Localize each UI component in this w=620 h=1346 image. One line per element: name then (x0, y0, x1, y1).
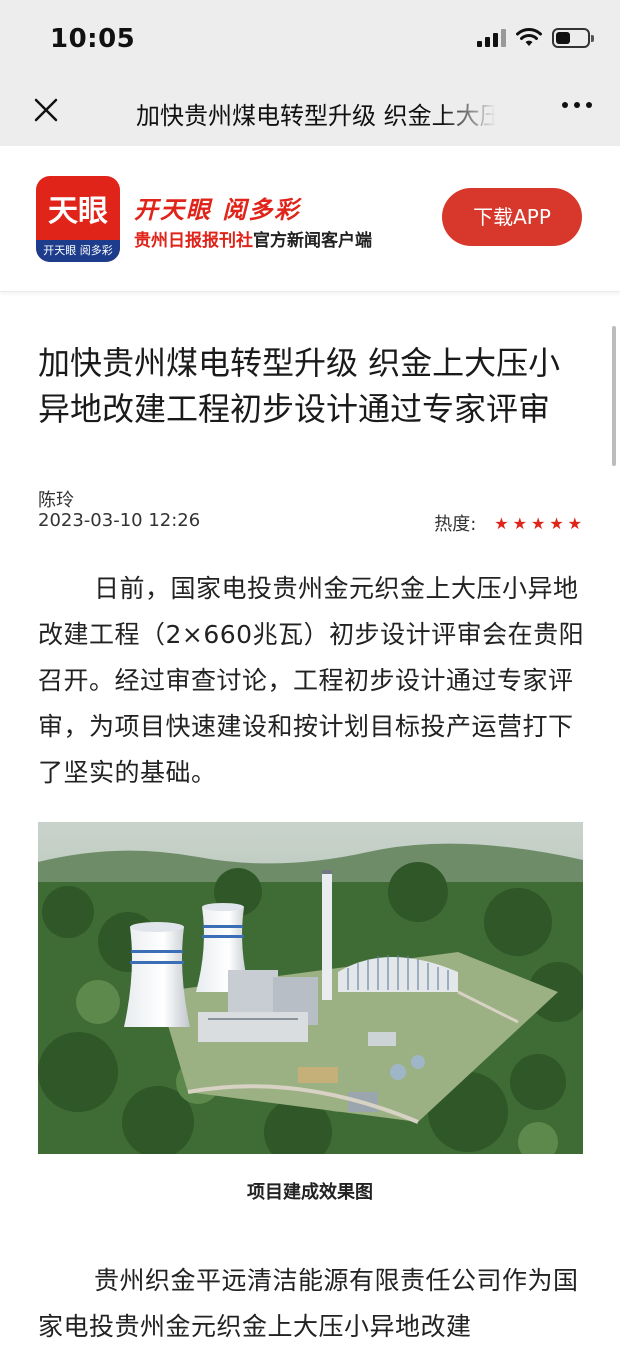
banner-sub-slogan: 贵州日报报刊社官方新闻客户端 (134, 226, 372, 251)
article-paragraph: 日前，国家电投贵州金元织金上大压小异地改建工程（2×660兆瓦）初步设计评审会在… (38, 574, 585, 787)
logo-text: 天眼 (48, 194, 108, 229)
app-logo[interactable]: 天眼 开天眼 阅多彩 (36, 176, 120, 262)
heat-star-icon: ★ (549, 513, 564, 533)
status-icons (477, 28, 594, 48)
nav-title: 加快贵州煤电转型升级 织金上大压小异地改建工程初步设计通过专家评审 (136, 102, 496, 130)
nav-bar: 加快贵州煤电转型升级 织金上大压小异地改建工程初步设计通过专家评审 (0, 78, 620, 146)
heat-star-icon: ★ (512, 513, 527, 533)
close-icon[interactable] (28, 92, 64, 128)
banner-publisher: 贵州日报报刊社 (134, 231, 253, 251)
article-title: 加快贵州煤电转型升级 织金上大压小异地改建工程初步设计通过专家评审 (38, 344, 561, 428)
heat-rating: 热度: ★ ★ ★ ★ ★ (434, 510, 582, 536)
more-options-icon[interactable] (562, 102, 592, 108)
power-plant-rendering-image[interactable] (38, 822, 583, 1154)
app-banner: 天眼 开天眼 阅多彩 开天眼 阅多彩 贵州日报报刊社官方新闻客户端 下载APP (0, 146, 620, 466)
scrollbar[interactable] (612, 326, 616, 466)
heat-stars: ★ ★ ★ ★ ★ (494, 514, 582, 533)
banner-slogan: 开天眼 阅多彩 (134, 196, 301, 224)
battery-icon (552, 28, 594, 48)
heat-star-icon: ★ (567, 513, 582, 533)
heat-label: 热度: (434, 514, 477, 535)
battery-level (556, 32, 570, 44)
cellular-signal-icon (477, 29, 506, 47)
article-paragraph: 贵州织金平远清洁能源有限责任公司作为国家电投贵州金元织金上大压小异地改建 (38, 1266, 579, 1341)
article-date: 2023-03-10 12:26 (38, 510, 201, 531)
wifi-icon (516, 28, 542, 46)
image-caption: 项目建成效果图 (247, 1182, 373, 1203)
article-author: 陈玲 (38, 490, 74, 511)
heat-star-icon: ★ (494, 513, 509, 533)
status-bar: 10:05 (0, 0, 620, 78)
status-time: 10:05 (50, 24, 136, 54)
heat-star-icon: ★ (530, 513, 546, 533)
download-app-button[interactable]: 下载APP (442, 188, 582, 246)
banner-client-label: 官方新闻客户端 (253, 231, 372, 251)
logo-subtext: 开天眼 阅多彩 (36, 240, 120, 262)
